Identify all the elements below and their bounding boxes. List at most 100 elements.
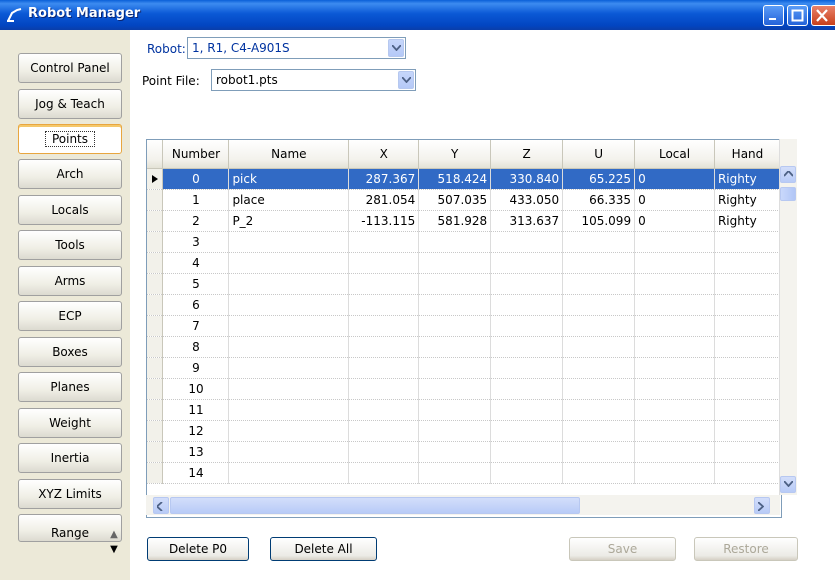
cell-z[interactable] [490,378,564,400]
maximize-button[interactable] [787,5,808,26]
scroll-left-icon[interactable] [153,497,169,514]
scroll-up-icon[interactable] [780,166,796,183]
cell-y[interactable] [418,357,492,379]
delete-all-button[interactable]: Delete All [270,537,377,561]
table-row[interactable]: 7 [147,315,781,337]
cell-name[interactable]: P_2 [228,210,350,232]
cell-num[interactable]: 4 [162,252,230,274]
cell-hand[interactable] [714,462,781,484]
cell-y[interactable] [418,294,492,316]
row-selector[interactable] [147,210,164,232]
cell-name[interactable] [228,357,350,379]
cell-name[interactable] [228,231,350,253]
col-header-number[interactable]: Number [162,140,230,169]
nav-points[interactable]: Points [18,124,122,154]
row-selector[interactable] [147,441,164,463]
cell-x[interactable] [348,252,420,274]
cell-z[interactable] [490,252,564,274]
cell-num[interactable]: 8 [162,336,230,358]
cell-hand[interactable] [714,315,781,337]
row-selector[interactable] [147,168,164,190]
scroll-right-icon[interactable] [754,497,770,514]
cell-local[interactable] [634,378,715,400]
cell-y[interactable] [418,231,492,253]
cell-y[interactable] [418,252,492,274]
cell-name[interactable] [228,252,350,274]
cell-local[interactable] [634,441,715,463]
row-selector[interactable] [147,315,164,337]
cell-z[interactable] [490,441,564,463]
cell-local[interactable] [634,273,715,295]
table-row[interactable]: 13 [147,441,781,463]
cell-x[interactable] [348,315,420,337]
cell-x[interactable] [348,357,420,379]
cell-u[interactable]: 65.225 [562,168,636,190]
grid-vertical-scrollbar[interactable] [779,139,797,495]
cell-z[interactable] [490,315,564,337]
point-file-select[interactable]: robot1.pts [211,69,416,91]
cell-hand[interactable] [714,357,781,379]
robot-select[interactable]: 1, R1, C4-A901S [187,37,406,59]
cell-u[interactable] [562,231,636,253]
hscroll-thumb[interactable] [170,497,580,514]
cell-y[interactable] [418,462,492,484]
cell-x[interactable] [348,231,420,253]
row-selector[interactable] [147,189,164,211]
cell-name[interactable] [228,420,350,442]
cell-u[interactable] [562,399,636,421]
cell-hand[interactable] [714,231,781,253]
cell-num[interactable]: 6 [162,294,230,316]
cell-num[interactable]: 2 [162,210,230,232]
cell-z[interactable] [490,357,564,379]
row-selector[interactable] [147,273,164,295]
points-grid[interactable]: Number Name X Y Z U Local Hand 0 pick 287.… [146,139,782,518]
cell-z[interactable] [490,336,564,358]
cell-local[interactable] [634,462,715,484]
cell-name[interactable] [228,315,350,337]
cell-x[interactable] [348,420,420,442]
cell-name[interactable] [228,399,350,421]
table-row[interactable]: 1 place 281.054 507.035 433.050 66.335 0 Righty [147,189,781,211]
col-header-x[interactable]: X [348,140,420,169]
chevron-down-icon[interactable] [398,71,414,89]
cell-hand[interactable] [714,252,781,274]
cell-hand[interactable] [714,378,781,400]
cell-y[interactable]: 581.928 [418,210,492,232]
cell-num[interactable]: 11 [162,399,230,421]
col-header-u[interactable]: U [562,140,636,169]
cell-hand[interactable]: Righty [714,189,781,211]
cell-name[interactable] [228,294,350,316]
cell-local[interactable]: 0 [634,210,715,232]
cell-u[interactable] [562,378,636,400]
cell-z[interactable]: 433.050 [490,189,564,211]
table-row[interactable]: 8 [147,336,781,358]
table-row[interactable]: 11 [147,399,781,421]
cell-y[interactable]: 507.035 [418,189,492,211]
restore-button[interactable]: Restore [694,537,798,561]
col-header-local[interactable]: Local [634,140,715,169]
cell-x[interactable]: 281.054 [348,189,420,211]
nav-scroll-up-icon[interactable]: ▲ [106,527,122,541]
cell-u[interactable] [562,273,636,295]
cell-u[interactable] [562,294,636,316]
cell-hand[interactable] [714,336,781,358]
row-selector[interactable] [147,252,164,274]
cell-num[interactable]: 9 [162,357,230,379]
cell-num[interactable]: 12 [162,420,230,442]
cell-num[interactable]: 5 [162,273,230,295]
cell-z[interactable] [490,420,564,442]
cell-y[interactable] [418,399,492,421]
table-row[interactable]: 5 [147,273,781,295]
cell-local[interactable] [634,399,715,421]
cell-u[interactable]: 66.335 [562,189,636,211]
table-row[interactable]: 14 [147,462,781,484]
cell-u[interactable] [562,441,636,463]
cell-num[interactable]: 14 [162,462,230,484]
cell-hand[interactable] [714,399,781,421]
row-selector[interactable] [147,231,164,253]
cell-y[interactable] [418,420,492,442]
cell-name[interactable] [228,441,350,463]
table-row[interactable]: 2 P_2 -113.115 581.928 313.637 105.099 0 Righty [147,210,781,232]
cell-x[interactable] [348,378,420,400]
cell-num[interactable]: 10 [162,378,230,400]
